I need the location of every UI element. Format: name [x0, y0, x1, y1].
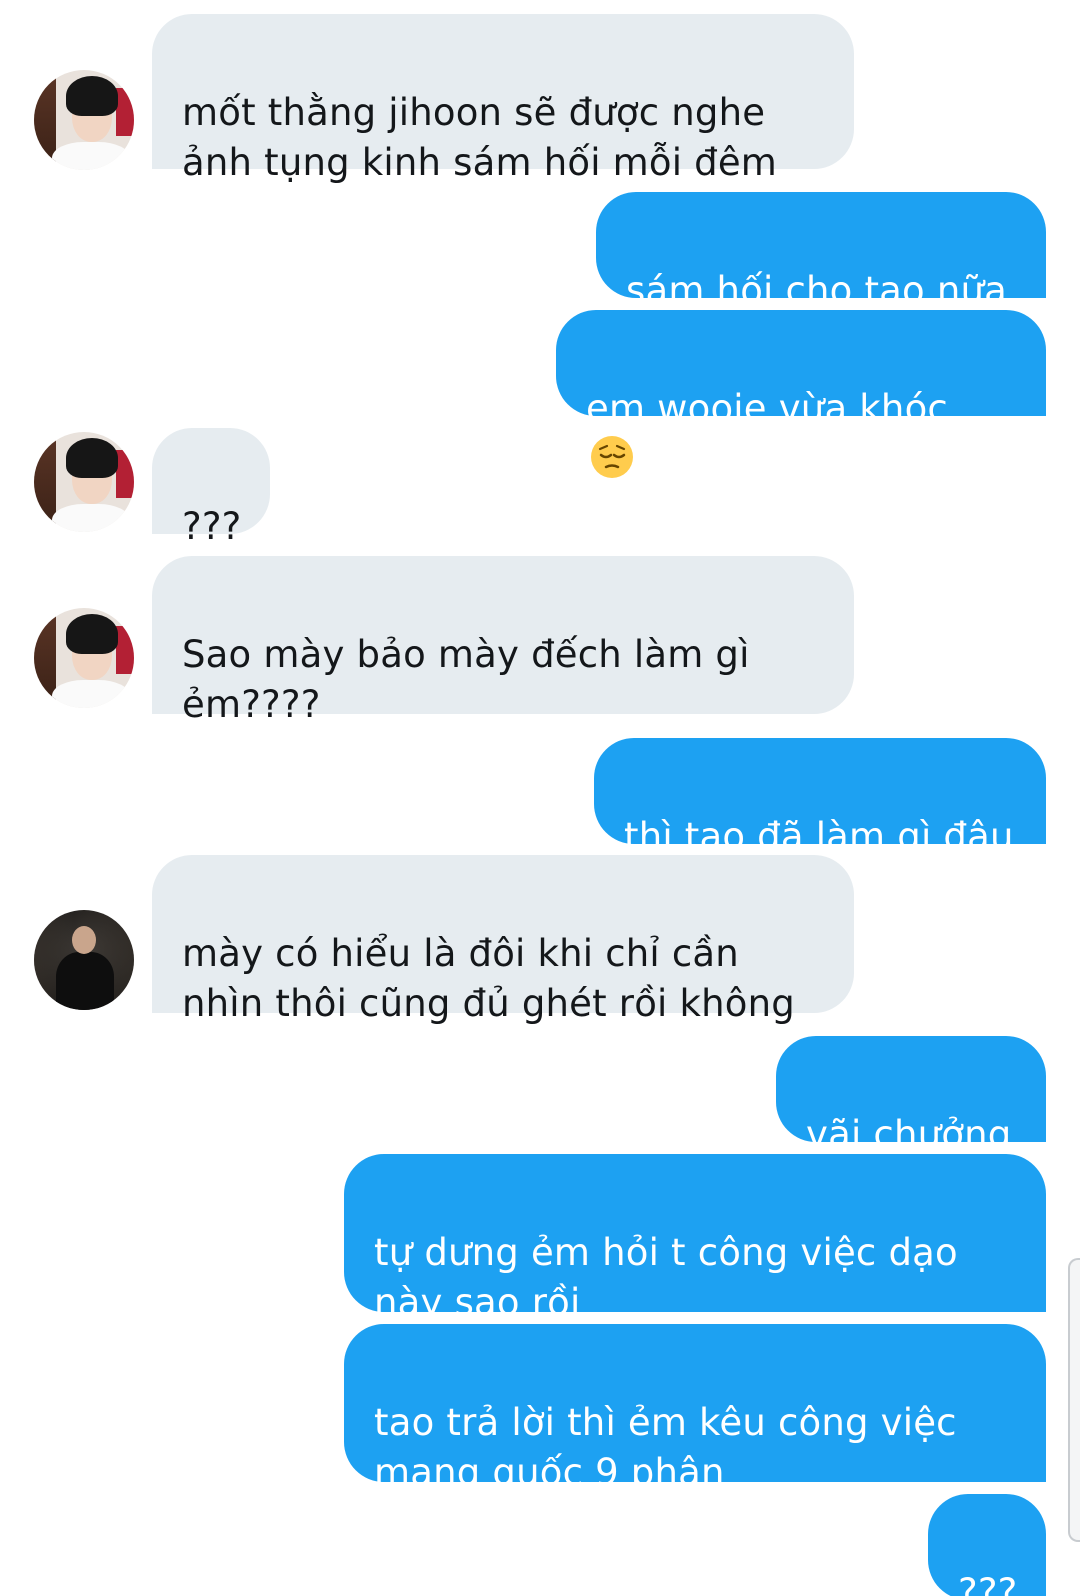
message-text: ??? — [958, 1571, 1018, 1596]
message-bubble-outgoing[interactable]: vãi chưởng — [776, 1036, 1046, 1156]
message-text: tao trả lời thì ẻm kêu công việc mang gu… — [374, 1401, 957, 1494]
sender-avatar[interactable] — [34, 608, 134, 708]
message-text: thì tao đã làm gì đâu — [624, 815, 1014, 858]
message-text: ??? — [182, 505, 242, 548]
message-bubble-outgoing[interactable]: ??? — [928, 1494, 1046, 1596]
message-bubble-outgoing[interactable]: thì tao đã làm gì đâu — [594, 738, 1046, 858]
message-text: mày có hiểu là đôi khi chỉ cần nhìn thôi… — [182, 932, 795, 1025]
message-text: em wooje vừa khóc — [586, 387, 948, 430]
conversation-view[interactable]: mốt thằng jihoon sẽ được nghe ảnh tụng k… — [0, 0, 1080, 1596]
sender-avatar[interactable] — [34, 910, 134, 1010]
scrollbar-handle[interactable] — [1068, 1258, 1080, 1542]
message-bubble-incoming[interactable]: Sao mày bảo mày đếch làm gì ẻm???? — [152, 556, 854, 726]
message-bubble-outgoing[interactable]: sám hối cho tao nữa — [596, 192, 1046, 312]
message-text: vãi chưởng — [806, 1113, 1012, 1156]
message-bubble-outgoing[interactable]: em wooje vừa khóc — [556, 310, 1046, 478]
sender-avatar[interactable] — [34, 432, 134, 532]
sender-avatar[interactable] — [34, 70, 134, 170]
pensive-face-icon — [591, 436, 633, 478]
message-bubble-incoming[interactable]: ??? — [152, 428, 270, 548]
message-bubble-outgoing[interactable]: tự dưng ẻm hỏi t công việc dạo này sao r… — [344, 1154, 1046, 1324]
message-bubble-incoming[interactable]: mốt thằng jihoon sẽ được nghe ảnh tụng k… — [152, 14, 854, 184]
message-text: mốt thằng jihoon sẽ được nghe ảnh tụng k… — [182, 91, 778, 184]
message-bubble-outgoing[interactable]: tao trả lời thì ẻm kêu công việc mang gu… — [344, 1324, 1046, 1494]
message-text: Sao mày bảo mày đếch làm gì ẻm???? — [182, 633, 750, 726]
message-text: sám hối cho tao nữa — [626, 269, 1008, 312]
message-text: tự dưng ẻm hỏi t công việc dạo này sao r… — [374, 1231, 958, 1324]
message-bubble-incoming[interactable]: mày có hiểu là đôi khi chỉ cần nhìn thôi… — [152, 855, 854, 1025]
